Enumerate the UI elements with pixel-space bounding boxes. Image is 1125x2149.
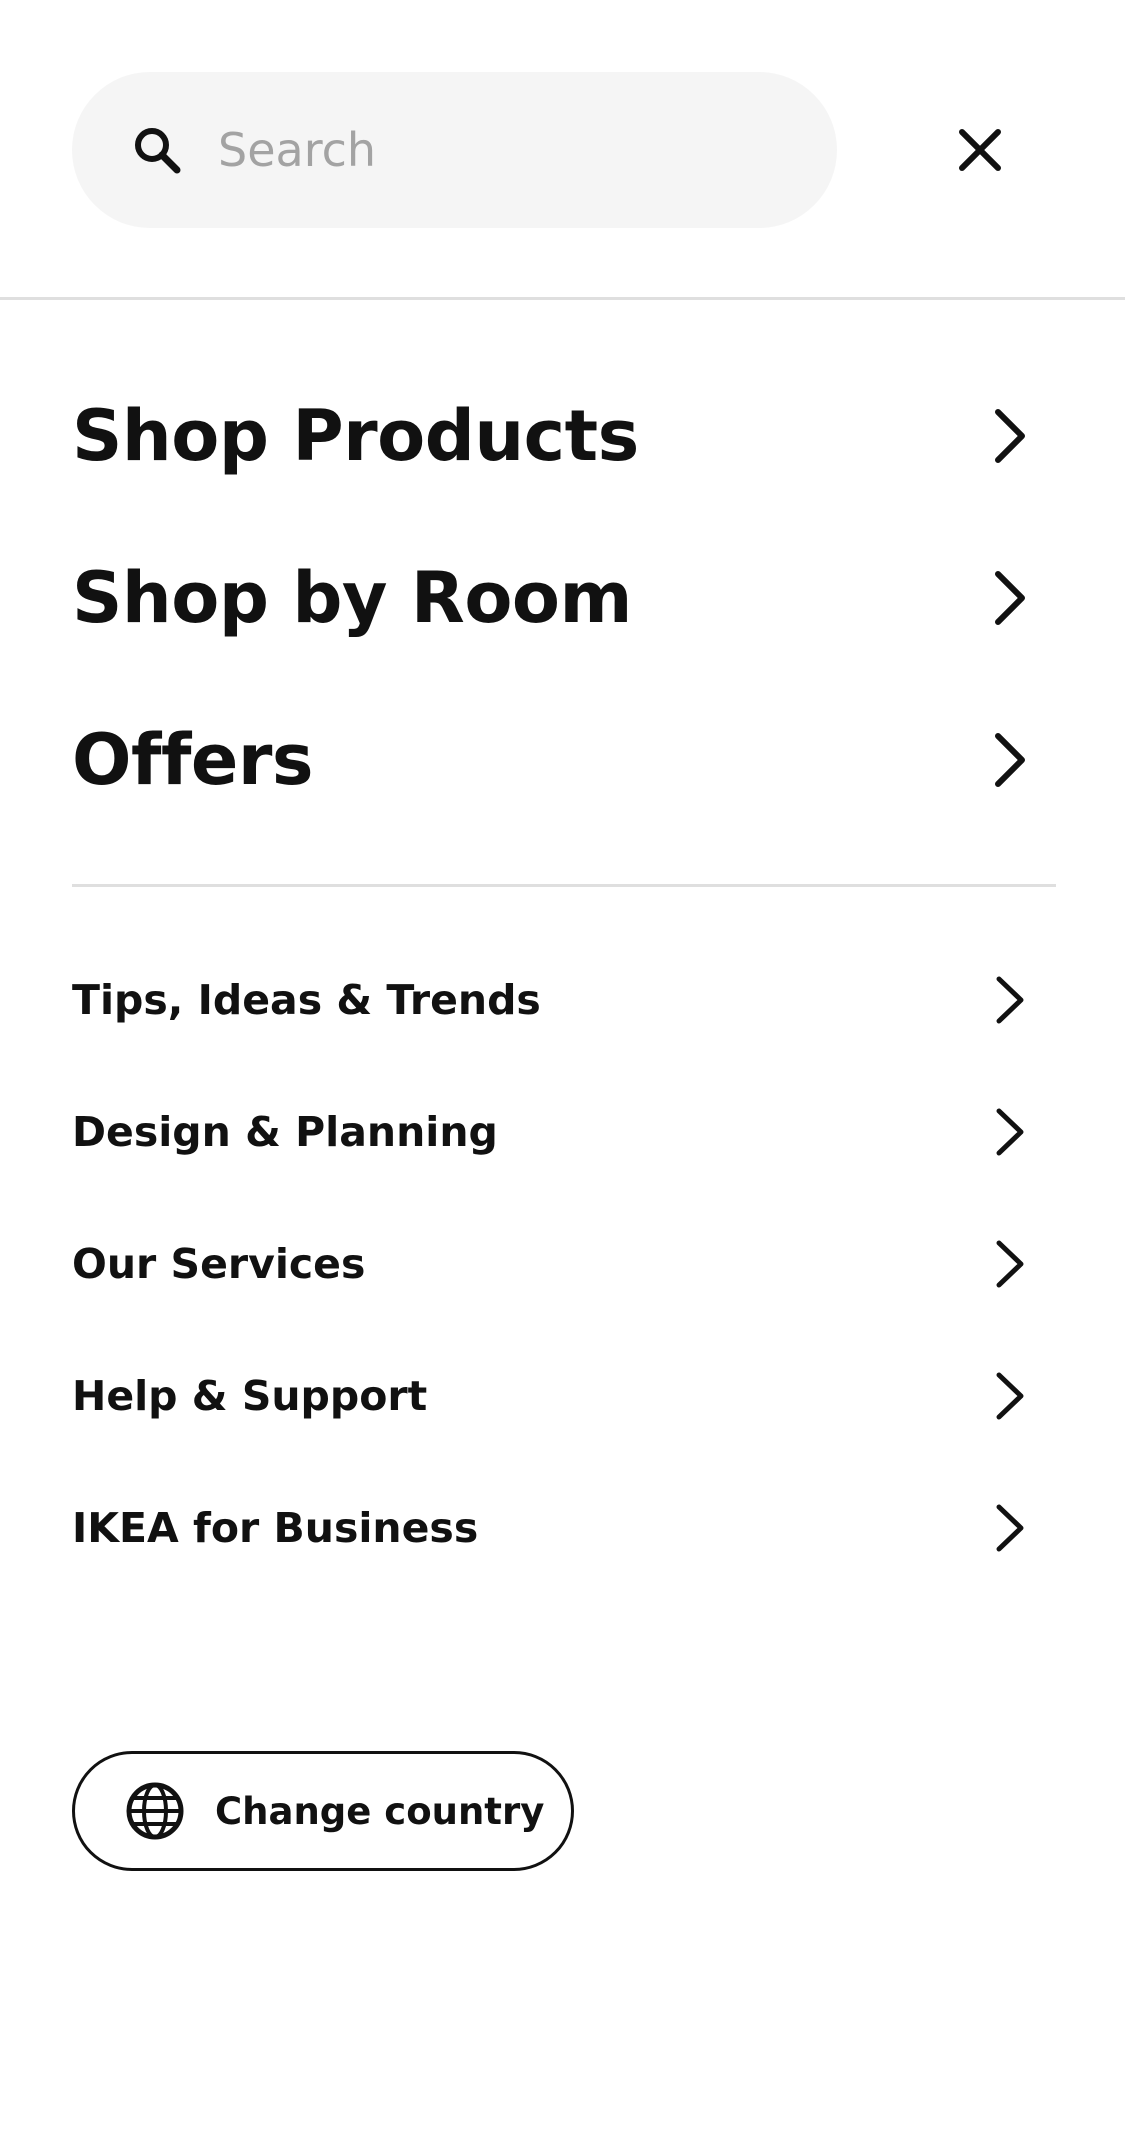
- secondary-nav: Tips, Ideas & Trends Design & Planning O…: [72, 934, 1052, 1594]
- chevron-right-icon: [980, 1498, 1040, 1558]
- secondary-nav-label: Our Services: [72, 1240, 366, 1288]
- primary-nav-item-shop-by-room[interactable]: Shop by Room: [72, 517, 1052, 679]
- close-icon: [959, 129, 1001, 171]
- secondary-nav-label: IKEA for Business: [72, 1504, 479, 1552]
- chevron-right-icon: [980, 1102, 1040, 1162]
- secondary-nav-label: Design & Planning: [72, 1108, 498, 1156]
- primary-nav-item-offers[interactable]: Offers: [72, 679, 1052, 841]
- secondary-nav-label: Help & Support: [72, 1372, 428, 1420]
- chevron-right-icon: [980, 406, 1040, 466]
- change-country-label: Change country: [215, 1789, 545, 1833]
- secondary-nav-label: Tips, Ideas & Trends: [72, 976, 541, 1024]
- primary-nav-label: Shop by Room: [72, 557, 632, 639]
- primary-nav: Shop Products Shop by Room Offers: [72, 355, 1052, 841]
- secondary-nav-item-help-support[interactable]: Help & Support: [72, 1330, 1052, 1462]
- change-country-button[interactable]: Change country: [72, 1751, 574, 1871]
- search-input[interactable]: [218, 104, 778, 196]
- secondary-nav-item-our-services[interactable]: Our Services: [72, 1198, 1052, 1330]
- chevron-right-icon: [980, 1366, 1040, 1426]
- search-icon: [135, 128, 181, 174]
- globe-icon: [126, 1782, 184, 1840]
- section-divider: [72, 884, 1056, 887]
- chevron-right-icon: [980, 568, 1040, 628]
- primary-nav-item-shop-products[interactable]: Shop Products: [72, 355, 1052, 517]
- primary-nav-label: Offers: [72, 719, 314, 801]
- primary-nav-label: Shop Products: [72, 395, 639, 477]
- secondary-nav-item-design-planning[interactable]: Design & Planning: [72, 1066, 1052, 1198]
- secondary-nav-item-ikea-for-business[interactable]: IKEA for Business: [72, 1462, 1052, 1594]
- menu-header: [0, 0, 1125, 300]
- chevron-right-icon: [980, 730, 1040, 790]
- close-button[interactable]: [940, 110, 1020, 190]
- chevron-right-icon: [980, 1234, 1040, 1294]
- chevron-right-icon: [980, 970, 1040, 1030]
- secondary-nav-item-tips-ideas-trends[interactable]: Tips, Ideas & Trends: [72, 934, 1052, 1066]
